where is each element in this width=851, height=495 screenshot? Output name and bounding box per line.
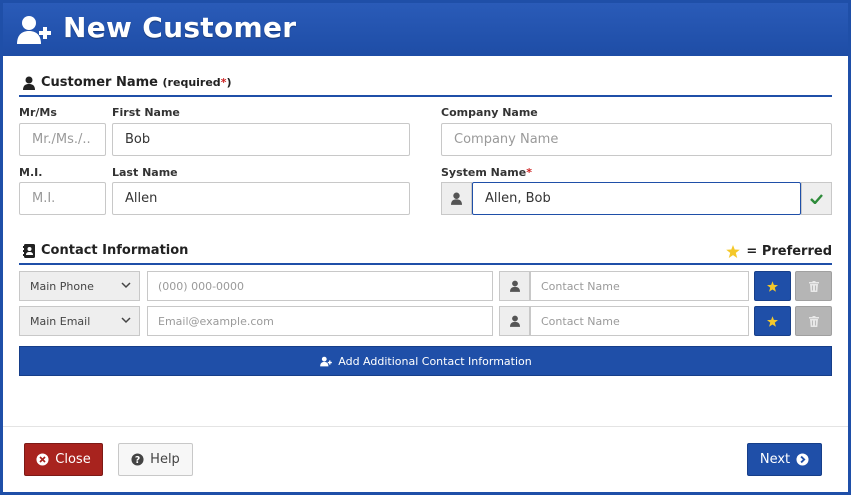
contact-name-addon	[499, 306, 530, 336]
delete-button[interactable]	[795, 306, 832, 336]
footer-divider	[3, 426, 848, 427]
contact-info-section-header: Contact Information	[19, 241, 832, 265]
trash-icon	[808, 280, 819, 292]
preferred-button[interactable]	[754, 306, 791, 336]
star-icon	[767, 280, 778, 292]
preferred-legend: = Preferred	[726, 244, 832, 259]
mr-ms-input[interactable]	[19, 123, 106, 156]
question-circle-icon: ?	[131, 453, 144, 466]
system-name-user-addon	[441, 182, 472, 215]
trash-icon	[808, 315, 819, 327]
system-name-input[interactable]	[472, 182, 801, 215]
chevron-down-icon	[121, 317, 131, 324]
chevron-right-circle-icon	[796, 453, 809, 466]
checkmark-icon	[810, 194, 823, 204]
company-name-label: Company Name	[441, 106, 538, 119]
next-button[interactable]: Next	[747, 443, 822, 476]
user-icon	[451, 192, 462, 205]
chevron-down-icon	[121, 282, 131, 289]
help-button[interactable]: ? Help	[118, 443, 193, 476]
contact-type-select[interactable]: Main Email	[19, 306, 140, 336]
contact-name-addon	[499, 271, 530, 301]
phone-input[interactable]	[147, 271, 493, 301]
add-user-icon	[17, 16, 51, 44]
email-input[interactable]	[147, 306, 493, 336]
contact-type-select[interactable]: Main Phone	[19, 271, 140, 301]
user-icon	[509, 280, 520, 292]
first-name-label: First Name	[112, 106, 180, 119]
add-user-icon	[320, 356, 333, 366]
mi-label: M.I.	[19, 166, 43, 179]
star-icon	[726, 245, 741, 258]
svg-text:?: ?	[135, 455, 140, 466]
contact-name-input[interactable]	[530, 306, 749, 336]
user-icon	[23, 76, 35, 90]
last-name-input[interactable]	[112, 182, 410, 215]
required-note: (required*)	[162, 76, 232, 89]
title-bar: New Customer	[3, 3, 848, 56]
close-button[interactable]: Close	[24, 443, 103, 476]
address-book-icon	[23, 244, 35, 258]
user-icon	[509, 315, 520, 327]
preferred-button[interactable]	[754, 271, 791, 301]
section-title: Customer Name	[41, 75, 158, 90]
mi-input[interactable]	[19, 182, 106, 215]
contact-name-input[interactable]	[530, 271, 749, 301]
first-name-input[interactable]	[112, 123, 410, 156]
system-name-valid-addon	[801, 182, 832, 215]
add-contact-button[interactable]: Add Additional Contact Information	[19, 346, 832, 376]
last-name-label: Last Name	[112, 166, 178, 179]
star-icon	[767, 315, 778, 327]
system-name-label: System Name*	[441, 166, 532, 179]
delete-button[interactable]	[795, 271, 832, 301]
section-title: Contact Information	[41, 243, 189, 258]
mr-ms-label: Mr/Ms	[19, 106, 57, 119]
dialog-title: New Customer	[63, 11, 297, 44]
new-customer-dialog: New Customer Customer Name (required*) M…	[0, 0, 851, 495]
customer-name-section-header: Customer Name (required*)	[19, 73, 832, 97]
close-circle-icon	[36, 453, 49, 466]
company-name-input[interactable]	[441, 123, 832, 156]
